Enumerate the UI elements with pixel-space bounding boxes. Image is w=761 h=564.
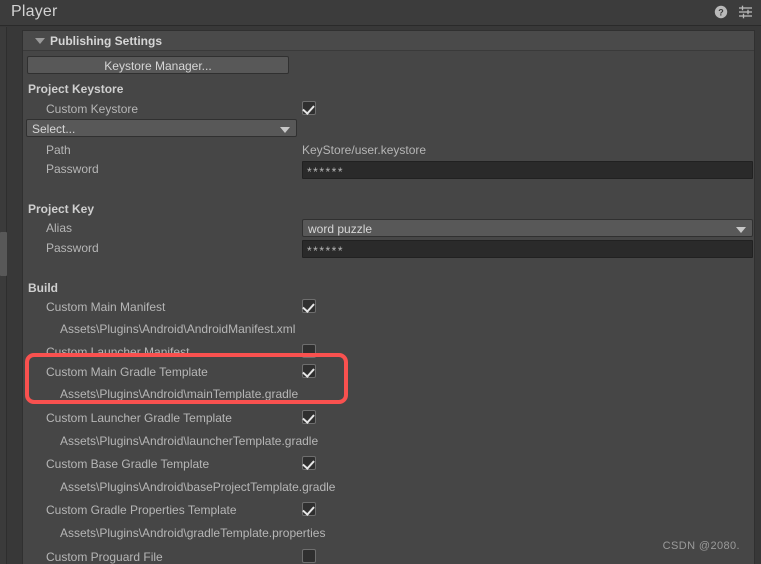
build-item-path: Assets\Plugins\Android\AndroidManifest.x… xyxy=(60,322,296,336)
publishing-settings-foldout[interactable]: Publishing Settings xyxy=(23,31,754,51)
keystore-select-dropdown[interactable]: Select... xyxy=(26,119,297,137)
keystore-select-value: Select... xyxy=(32,122,76,136)
build-item-row: Custom Launcher Manifest xyxy=(23,342,754,362)
triangle-down-icon xyxy=(35,38,45,44)
svg-text:?: ? xyxy=(718,8,724,18)
build-item-path: Assets\Plugins\Android\mainTemplate.grad… xyxy=(60,387,299,401)
build-item-row: Custom Base Gradle Template xyxy=(23,454,754,474)
build-item-checkbox[interactable] xyxy=(302,344,316,358)
build-item-row: Custom Gradle Properties Template xyxy=(23,500,754,520)
build-header: Build xyxy=(28,281,58,295)
build-item-path-row: Assets\Plugins\Android\AndroidManifest.x… xyxy=(23,319,754,339)
build-item-row: Custom Launcher Gradle Template xyxy=(23,408,754,428)
build-item-label: Custom Launcher Manifest xyxy=(46,345,190,359)
build-item-path-row: Assets\Plugins\Android\baseProjectTempla… xyxy=(23,477,754,497)
project-keystore-header: Project Keystore xyxy=(28,82,124,96)
custom-keystore-label: Custom Keystore xyxy=(46,102,139,116)
vertical-scrollbar[interactable] xyxy=(0,27,7,564)
build-item-path-row: Assets\Plugins\Android\launcherTemplate.… xyxy=(23,431,754,451)
build-item-label: Custom Gradle Properties Template xyxy=(46,503,237,517)
build-item-label: Custom Proguard File xyxy=(46,550,163,564)
build-item-path-row: Assets\Plugins\Android\mainTemplate.grad… xyxy=(23,384,754,404)
publishing-settings-panel: Publishing Settings Keystore Manager... … xyxy=(22,30,755,564)
build-item-row: Custom Proguard File xyxy=(23,547,754,564)
build-item-checkbox[interactable] xyxy=(302,364,316,378)
scrollbar-thumb[interactable] xyxy=(0,232,7,276)
key-alias-dropdown[interactable]: word puzzle xyxy=(302,219,753,237)
custom-keystore-checkbox[interactable] xyxy=(302,101,316,115)
preset-sliders-icon[interactable] xyxy=(738,5,753,19)
player-settings-window: Player ? Publishing Settings Keystore Ma… xyxy=(0,0,761,564)
page-title: Player xyxy=(11,3,58,20)
keystore-manager-button[interactable]: Keystore Manager... xyxy=(27,56,289,74)
key-password-input[interactable]: ****** xyxy=(302,240,753,258)
keystore-path-value: KeyStore/user.keystore xyxy=(302,143,427,157)
window-titlebar: Player ? xyxy=(0,0,761,26)
build-item-label: Custom Base Gradle Template xyxy=(46,457,210,471)
build-item-row: Custom Main Gradle Template xyxy=(23,362,754,382)
build-item-checkbox[interactable] xyxy=(302,410,316,424)
foldout-label: Publishing Settings xyxy=(50,34,163,48)
project-keystore-header-row: Project Keystore xyxy=(23,79,754,99)
key-password-value: ****** xyxy=(307,244,345,258)
build-item-label: Custom Main Manifest xyxy=(46,300,166,314)
keystore-password-label: Password xyxy=(46,162,99,176)
watermark-text: CSDN @2080. xyxy=(662,540,740,552)
key-alias-value: word puzzle xyxy=(308,222,373,236)
keystore-path-label: Path xyxy=(46,143,71,157)
project-key-header-row: Project Key xyxy=(23,199,754,219)
help-circle-icon[interactable]: ? xyxy=(714,5,728,19)
keystore-password-value: ****** xyxy=(307,165,345,179)
build-item-checkbox[interactable] xyxy=(302,502,316,516)
key-alias-label: Alias xyxy=(46,221,73,235)
project-key-header: Project Key xyxy=(28,202,95,216)
titlebar-icon-group: ? xyxy=(714,5,753,19)
build-item-path: Assets\Plugins\Android\gradleTemplate.pr… xyxy=(60,526,326,540)
build-item-label: Custom Launcher Gradle Template xyxy=(46,411,232,425)
custom-keystore-row: Custom Keystore xyxy=(23,99,754,119)
build-item-checkbox[interactable] xyxy=(302,299,316,313)
chevron-down-icon xyxy=(736,227,746,233)
build-item-path-row: Assets\Plugins\Android\gradleTemplate.pr… xyxy=(23,523,754,543)
key-password-label: Password xyxy=(46,241,99,255)
build-header-row: Build xyxy=(23,278,754,298)
build-item-checkbox[interactable] xyxy=(302,549,316,563)
build-item-checkbox[interactable] xyxy=(302,456,316,470)
build-item-path: Assets\Plugins\Android\baseProjectTempla… xyxy=(60,480,336,494)
keystore-password-input[interactable]: ****** xyxy=(302,161,753,179)
build-item-row: Custom Main Manifest xyxy=(23,297,754,317)
build-item-path: Assets\Plugins\Android\launcherTemplate.… xyxy=(60,434,319,448)
build-item-label: Custom Main Gradle Template xyxy=(46,365,208,379)
chevron-down-icon xyxy=(280,127,290,133)
keystore-path-row: Path KeyStore/user.keystore xyxy=(23,140,754,160)
